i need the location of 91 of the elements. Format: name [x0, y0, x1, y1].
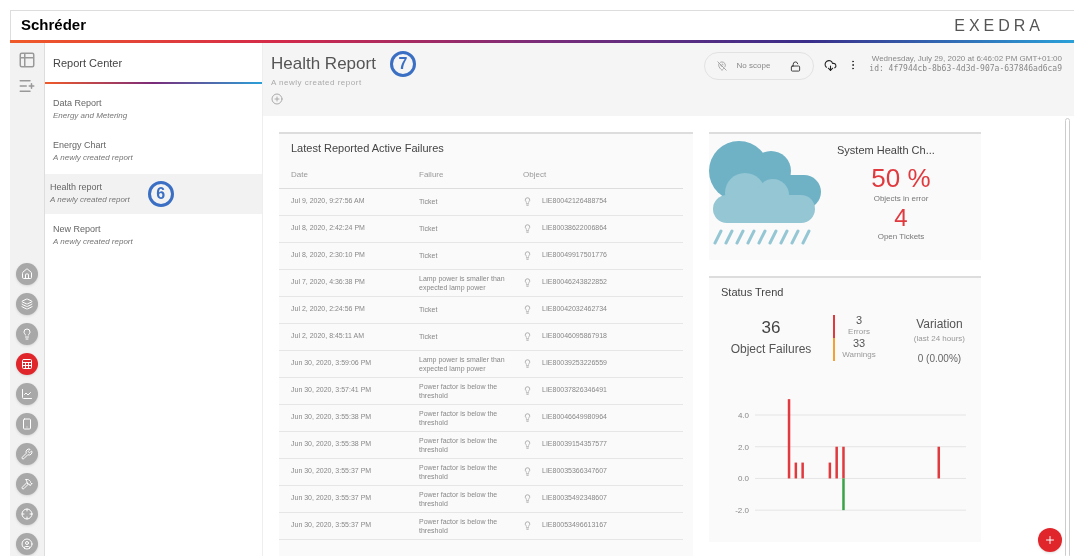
variation-period: (last 24 hours) [913, 332, 965, 345]
lock-icon[interactable] [790, 60, 802, 72]
lightbulb-icon [21, 328, 33, 340]
report-item[interactable]: Health report A newly created report 6 [45, 173, 262, 214]
user-icon [21, 538, 33, 550]
variation-title: Variation [916, 315, 963, 333]
bulb-icon [523, 224, 532, 233]
column-header: Failure [419, 169, 445, 181]
report-description: A newly created report [53, 236, 133, 249]
report-name: Data Report [53, 96, 103, 110]
bulb-icon [523, 467, 532, 476]
callout-number: 6 [147, 180, 174, 207]
card-title: Status Trend [721, 285, 785, 300]
add-icon[interactable] [271, 93, 283, 105]
bulb-icon [523, 521, 532, 530]
report-name: New Report [53, 222, 102, 236]
report-name: Energy Chart [53, 138, 108, 152]
count-label: Errors [848, 325, 870, 338]
chart-icon [21, 388, 33, 400]
tick-label: -2.0 [735, 505, 749, 515]
panel-title: Report Center [52, 56, 124, 71]
callout-number: 7 [389, 51, 416, 77]
card-title: Latest Reported Active Failures [290, 141, 445, 156]
bulb-icon [523, 197, 532, 206]
hammer-icon [21, 478, 33, 490]
bulb-icon [523, 278, 532, 287]
plus-icon [1044, 534, 1056, 546]
bulb-icon [523, 494, 532, 503]
chart-bar [801, 462, 804, 478]
logo-text: Schréder [21, 15, 87, 36]
report-id-text: id: 4f7944cb-8b63-4d3d-907a-637846ad6ca9 [869, 64, 1062, 74]
chart-bar [794, 462, 798, 478]
crosshair-icon [21, 508, 33, 520]
wrench-icon [21, 448, 33, 460]
stat-label: Object Failures [730, 341, 812, 358]
nav-button[interactable] [16, 443, 38, 465]
home-icon [21, 268, 33, 280]
bulb-icon [523, 251, 532, 260]
report-description: Energy and Metering [53, 110, 128, 123]
report-name: Health report [50, 180, 104, 194]
tick-label: 4.0 [737, 410, 749, 420]
nav-button[interactable] [16, 383, 38, 405]
nav-button[interactable] [16, 413, 38, 435]
report-title: Health Report [271, 53, 376, 76]
report-item[interactable]: Energy Chart A newly created report [45, 131, 262, 172]
chart-bar [835, 446, 838, 478]
tick-label: 0.0 [737, 473, 749, 483]
tick-label: 2.0 [737, 442, 749, 452]
column-header: Date [291, 169, 309, 181]
scrollbar[interactable] [1065, 118, 1070, 556]
bulb-icon [523, 305, 532, 314]
nav-button[interactable] [16, 323, 38, 345]
add-list-icon[interactable] [18, 77, 36, 95]
report-item[interactable]: New Report A newly created report [45, 215, 262, 256]
bulb-icon [523, 359, 532, 368]
table-icon [21, 358, 33, 370]
nav-button[interactable] [16, 263, 38, 285]
nav-button[interactable] [16, 353, 38, 375]
report-item[interactable]: Data Report Energy and Metering [45, 89, 262, 130]
timestamp-text: Wednesday, July 29, 2020 at 6:46:02 PM GMT+01:00 [871, 54, 1062, 64]
bulb-icon [523, 386, 532, 395]
bulb-icon [523, 413, 532, 422]
ticket-count: 4 [894, 204, 908, 231]
failure-total: 36 [761, 316, 781, 339]
chart-bar [937, 446, 940, 478]
brand-text: EXEDRA [954, 15, 1044, 36]
nav-button[interactable] [16, 503, 38, 525]
report-description: A newly created report [53, 152, 133, 165]
nav-button[interactable] [16, 293, 38, 315]
nav-button[interactable] [16, 473, 38, 495]
add-button[interactable] [1038, 528, 1062, 552]
bulb-icon [523, 440, 532, 449]
bulb-icon [523, 332, 532, 341]
table-icon[interactable] [18, 51, 36, 69]
layers-icon [21, 298, 33, 310]
report-description: A newly created report [50, 194, 130, 207]
phone-icon [21, 418, 33, 430]
card-title: System Health Ch... [837, 143, 935, 158]
nav-button[interactable] [16, 533, 38, 555]
count-value: 3 [855, 314, 863, 326]
stat-label: Open Tickets [877, 230, 925, 243]
chart-bar [828, 462, 832, 478]
download-icon[interactable] [824, 59, 838, 72]
count-label: Warnings [842, 348, 876, 361]
variation-value: 0 (0.00%) [917, 351, 962, 366]
column-header: Object [523, 169, 548, 181]
stat-label: Objects in error [873, 192, 929, 205]
count-value: 33 [852, 337, 866, 349]
error-percentage: 50 % [871, 162, 931, 193]
report-description: A newly created report [271, 77, 363, 89]
pin-off-icon [716, 61, 727, 71]
